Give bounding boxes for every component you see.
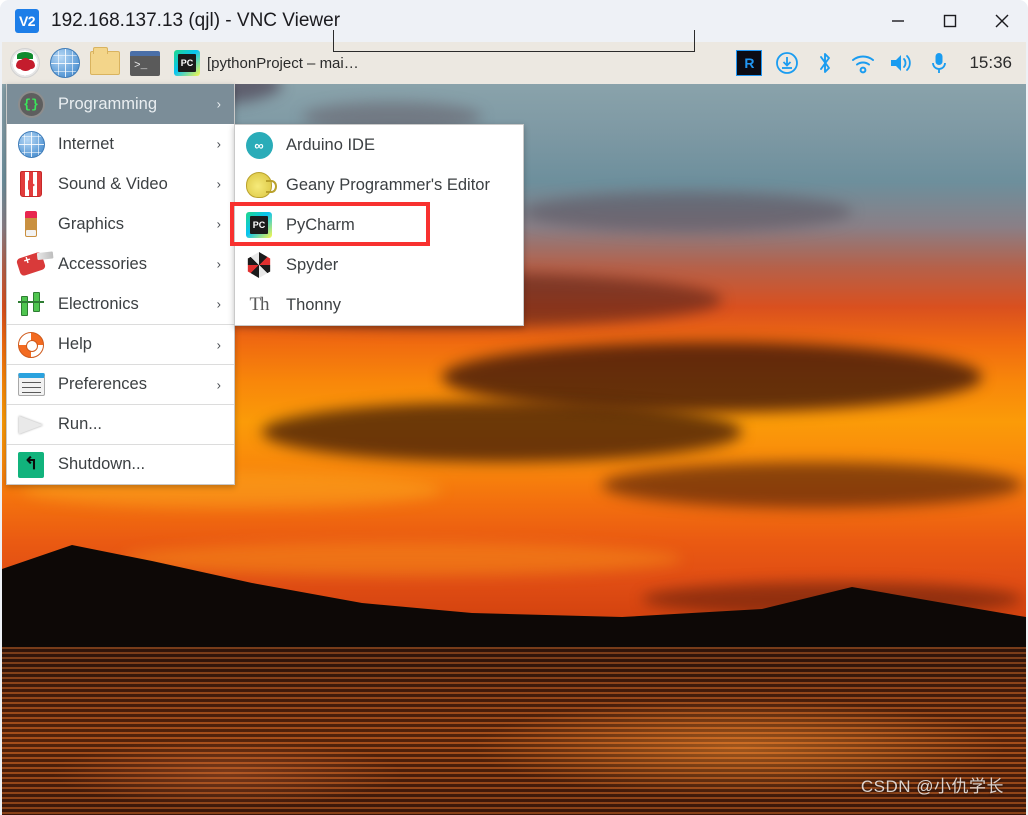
volume-icon[interactable] xyxy=(887,49,915,77)
menu-item-label: Electronics xyxy=(58,294,139,313)
menu-item-run[interactable]: Run... xyxy=(7,404,234,444)
taskbar-window-label: [pythonProject – mai… xyxy=(207,54,359,72)
submenu-item-spyder[interactable]: Spyder xyxy=(235,245,523,285)
wifi-icon[interactable] xyxy=(849,49,877,77)
help-icon xyxy=(17,331,45,359)
cloud-streak xyxy=(522,192,852,232)
minimize-icon xyxy=(892,20,904,22)
shutdown-icon xyxy=(17,451,45,479)
chevron-right-icon: › xyxy=(216,296,221,312)
remote-desktop: [pythonProject – mai… R xyxy=(2,42,1026,815)
menu-item-graphics[interactable]: Graphics › xyxy=(7,204,234,244)
spyder-icon xyxy=(245,251,273,279)
chevron-right-icon: › xyxy=(216,96,221,112)
submenu-item-thonny[interactable]: Th Thonny xyxy=(235,285,523,325)
window-title: 192.168.137.13 (qjl) - VNC Viewer xyxy=(51,10,341,31)
menu-item-label: Graphics xyxy=(58,214,125,233)
cloud-streak xyxy=(602,462,1022,508)
bluetooth-icon[interactable] xyxy=(811,49,839,77)
submenu-item-label: Spyder xyxy=(286,255,339,274)
chevron-right-icon: › xyxy=(216,216,221,232)
submenu-item-label: PyCharm xyxy=(286,215,355,234)
pycharm-icon xyxy=(174,50,200,76)
menu-item-label: Programming xyxy=(58,94,158,113)
updates-icon[interactable] xyxy=(773,49,801,77)
system-tray: R 15:36 xyxy=(735,42,1026,84)
arduino-icon: ∞ xyxy=(245,131,273,159)
run-icon xyxy=(17,411,45,439)
geany-icon xyxy=(245,171,277,199)
chevron-right-icon: › xyxy=(216,176,221,192)
raspberry-menu-icon[interactable] xyxy=(10,48,40,78)
menu-item-sound-video[interactable]: Sound & Video › xyxy=(7,164,234,204)
mountain-silhouette xyxy=(2,545,1026,647)
submenu-item-pycharm[interactable]: PyCharm xyxy=(235,205,523,245)
programming-icon: {} xyxy=(17,90,45,118)
menu-item-label: Sound & Video xyxy=(58,174,168,193)
electronics-icon xyxy=(17,290,45,318)
web-browser-icon[interactable] xyxy=(50,48,80,78)
microphone-icon[interactable] xyxy=(925,49,953,77)
accessories-icon xyxy=(15,250,47,278)
main-menu: {} Programming › Internet › Sound & Vide… xyxy=(6,84,235,485)
menu-item-shutdown[interactable]: Shutdown... xyxy=(7,444,234,484)
vnc-viewer-window: V2 192.168.137.13 (qjl) - VNC Viewer >_ … xyxy=(0,0,1028,815)
submenu-item-geany[interactable]: Geany Programmer's Editor xyxy=(235,165,523,205)
menu-item-internet[interactable]: Internet › xyxy=(7,124,234,164)
thonny-icon: Th xyxy=(249,294,269,315)
chevron-right-icon: › xyxy=(216,377,221,392)
preferences-icon xyxy=(17,371,45,399)
vnc-toolbar-tab[interactable] xyxy=(333,30,695,52)
watermark: CSDN @小仇学长 xyxy=(860,777,1004,796)
file-manager-icon[interactable] xyxy=(90,47,120,78)
programming-submenu: ∞ Arduino IDE Geany Programmer's Editor … xyxy=(234,124,524,326)
menu-item-preferences[interactable]: Preferences › xyxy=(7,364,234,404)
menu-item-label: Run... xyxy=(58,415,103,433)
menu-item-label: Preferences xyxy=(58,375,147,393)
internet-icon xyxy=(17,130,45,158)
terminal-icon[interactable] xyxy=(130,48,160,78)
close-icon xyxy=(995,14,1009,28)
maximize-icon xyxy=(943,14,957,28)
close-button[interactable] xyxy=(976,0,1028,42)
submenu-item-label: Arduino IDE xyxy=(286,135,375,154)
sound-video-icon xyxy=(17,170,45,198)
window-controls xyxy=(872,0,1028,42)
menu-item-help[interactable]: Help › xyxy=(7,324,234,364)
menu-item-label: Shutdown... xyxy=(58,455,146,473)
maximize-button[interactable] xyxy=(924,0,976,42)
graphics-icon xyxy=(17,210,45,238)
vnc-logo-icon: V2 xyxy=(15,9,39,33)
menu-item-programming[interactable]: {} Programming › xyxy=(7,84,234,124)
chevron-right-icon: › xyxy=(216,256,221,272)
menu-item-label: Internet xyxy=(58,134,114,153)
submenu-item-label: Thonny xyxy=(286,295,342,314)
chevron-right-icon: › xyxy=(216,136,221,152)
menu-item-electronics[interactable]: Electronics › xyxy=(7,284,234,324)
menu-item-accessories[interactable]: Accessories › xyxy=(7,244,234,284)
submenu-item-arduino-ide[interactable]: ∞ Arduino IDE xyxy=(235,125,523,165)
submenu-item-label: Geany Programmer's Editor xyxy=(286,175,490,194)
chevron-right-icon: › xyxy=(216,337,221,352)
realvnc-server-icon[interactable]: R xyxy=(735,49,763,77)
cloud-streak xyxy=(262,402,742,462)
clock[interactable]: 15:36 xyxy=(969,53,1012,73)
menu-item-label: Help xyxy=(58,335,92,353)
minimize-button[interactable] xyxy=(872,0,924,42)
pycharm-icon xyxy=(245,211,273,239)
menu-item-label: Accessories xyxy=(58,254,147,273)
